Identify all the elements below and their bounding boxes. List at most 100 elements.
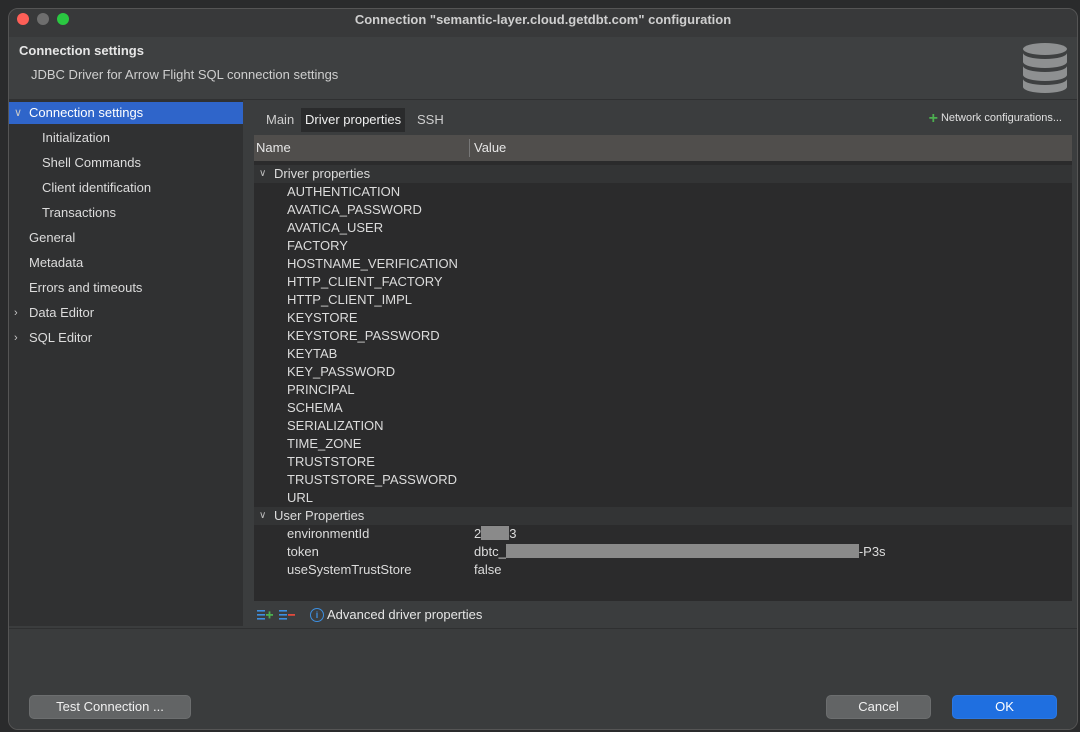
sidebar-item-label: SQL Editor xyxy=(29,330,93,345)
property-name: TIME_ZONE xyxy=(287,436,362,451)
table-toolbar: i Advanced driver properties xyxy=(254,603,1072,627)
table-row[interactable]: AVATICA_USER xyxy=(254,219,1072,237)
table-row[interactable]: FACTORY xyxy=(254,237,1072,255)
sidebar-item-initialization[interactable]: Initialization xyxy=(9,127,243,149)
column-header-name[interactable]: Name xyxy=(256,135,291,161)
property-name: SERIALIZATION xyxy=(287,418,384,433)
group-label: User Properties xyxy=(274,508,365,523)
table-row[interactable]: KEY_PASSWORD xyxy=(254,363,1072,381)
table-row[interactable]: SCHEMA xyxy=(254,399,1072,417)
table-header: Name Value xyxy=(254,135,1072,161)
property-name: token xyxy=(287,544,319,559)
network-configurations-label: Network configurations... xyxy=(940,112,1062,124)
sidebar-item-sql-editor[interactable]: › SQL Editor xyxy=(9,327,243,349)
property-name: TRUSTSTORE_PASSWORD xyxy=(287,472,457,487)
property-name: SCHEMA xyxy=(287,400,343,415)
chevron-down-icon[interactable]: ∨ xyxy=(14,102,24,124)
property-value[interactable]: false xyxy=(474,561,501,579)
sidebar-item-label: Errors and timeouts xyxy=(29,280,143,295)
sidebar-item-data-editor[interactable]: › Data Editor xyxy=(9,302,243,324)
property-name: FACTORY xyxy=(287,238,348,253)
header-subtitle: JDBC Driver for Arrow Flight SQL connect… xyxy=(31,67,339,82)
table-row[interactable]: AUTHENTICATION xyxy=(254,183,1072,201)
chevron-down-icon[interactable]: ∨ xyxy=(259,165,266,183)
config-dialog: Connection "semantic-layer.cloud.getdbt.… xyxy=(8,8,1078,730)
property-name: useSystemTrustStore xyxy=(287,562,412,577)
property-name: HTTP_CLIENT_IMPL xyxy=(287,292,412,307)
sidebar-item-general[interactable]: General xyxy=(9,227,243,249)
cancel-button[interactable]: Cancel xyxy=(826,695,931,719)
table-row[interactable]: SERIALIZATION xyxy=(254,417,1072,435)
minimize-window-button[interactable] xyxy=(37,13,49,25)
advanced-driver-properties-link[interactable]: Advanced driver properties xyxy=(327,603,482,627)
table-row[interactable]: TIME_ZONE xyxy=(254,435,1072,453)
zoom-window-button[interactable] xyxy=(57,13,69,25)
tab-ssh[interactable]: SSH xyxy=(413,108,448,132)
table-row[interactable]: HTTP_CLIENT_FACTORY xyxy=(254,273,1072,291)
test-connection-button[interactable]: Test Connection ... xyxy=(29,695,191,719)
table-row[interactable]: URL xyxy=(254,489,1072,507)
table-row[interactable]: HOSTNAME_VERIFICATION xyxy=(254,255,1072,273)
driver-properties-panel: Main Driver properties SSH + Network conf… xyxy=(254,105,1072,627)
property-name: TRUSTSTORE xyxy=(287,454,375,469)
property-name: AVATICA_USER xyxy=(287,220,384,235)
column-divider[interactable] xyxy=(469,139,470,157)
title-bar: Connection "semantic-layer.cloud.getdbt.… xyxy=(9,9,1077,38)
table-row[interactable]: KEYSTORE_PASSWORD xyxy=(254,327,1072,345)
table-row[interactable]: TRUSTSTORE_PASSWORD xyxy=(254,471,1072,489)
table-row[interactable]: TRUSTSTORE xyxy=(254,453,1072,471)
property-value[interactable]: dbtc_ -P3s xyxy=(474,543,886,561)
info-icon: i xyxy=(310,608,324,622)
property-name: KEYTAB xyxy=(287,346,338,361)
redacted-block xyxy=(505,544,859,558)
property-name: URL xyxy=(287,490,314,505)
table-row[interactable]: environmentId 2 3 xyxy=(254,525,1072,543)
dialog-button-bar: Test Connection ... Cancel OK xyxy=(9,628,1077,729)
sidebar-item-client-identification[interactable]: Client identification xyxy=(9,177,243,199)
settings-nav: ∨ Connection settings Initialization Shell … xyxy=(9,99,243,626)
property-name: PRINCIPAL xyxy=(287,382,355,397)
table-row[interactable]: PRINCIPAL xyxy=(254,381,1072,399)
plus-icon: + xyxy=(928,110,938,127)
sidebar-item-label: Initialization xyxy=(42,130,110,145)
property-value[interactable]: 23 xyxy=(474,525,516,543)
sidebar-item-shell-commands[interactable]: Shell Commands xyxy=(9,152,243,174)
property-name: KEYSTORE xyxy=(287,310,358,325)
chevron-right-icon[interactable]: › xyxy=(14,302,24,324)
sidebar-item-label: Connection settings xyxy=(29,105,144,120)
property-name: AVATICA_PASSWORD xyxy=(287,202,422,217)
tab-driver-properties[interactable]: Driver properties xyxy=(301,108,406,132)
network-configurations-button[interactable]: + Network configurations... xyxy=(929,110,1062,128)
settings-header: Connection settings JDBC Driver for Arro… xyxy=(9,37,1077,100)
property-name: HOSTNAME_VERIFICATION xyxy=(287,256,458,271)
property-name: AUTHENTICATION xyxy=(287,184,401,199)
table-row[interactable]: token dbtc_ -P3s xyxy=(254,543,1072,561)
sidebar-item-errors-and-timeouts[interactable]: Errors and timeouts xyxy=(9,277,243,299)
window-title: Connection "semantic-layer.cloud.getdbt.… xyxy=(354,12,732,27)
property-group[interactable]: ∨ Driver properties xyxy=(254,165,1072,183)
table-row[interactable]: KEYTAB xyxy=(254,345,1072,363)
ok-button[interactable]: OK xyxy=(952,695,1057,719)
add-row-icon[interactable] xyxy=(257,609,273,621)
column-header-value[interactable]: Value xyxy=(474,135,506,161)
sidebar-item-connection-settings[interactable]: ∨ Connection settings xyxy=(9,102,243,124)
property-group[interactable]: ∨ User Properties xyxy=(254,507,1072,525)
sidebar-item-transactions[interactable]: Transactions xyxy=(9,202,243,224)
close-window-button[interactable] xyxy=(17,13,29,25)
chevron-right-icon[interactable]: › xyxy=(14,327,24,349)
chevron-down-icon[interactable]: ∨ xyxy=(259,507,266,525)
group-label: Driver properties xyxy=(274,166,371,181)
table-row[interactable]: HTTP_CLIENT_IMPL xyxy=(254,291,1072,309)
sidebar-item-label: Metadata xyxy=(29,255,84,270)
sidebar-item-metadata[interactable]: Metadata xyxy=(9,252,243,274)
table-row[interactable]: AVATICA_PASSWORD xyxy=(254,201,1072,219)
table-row[interactable]: KEYSTORE xyxy=(254,309,1072,327)
property-name: KEYSTORE_PASSWORD xyxy=(287,328,440,343)
sidebar-item-label: General xyxy=(29,230,76,245)
remove-row-icon[interactable] xyxy=(279,609,295,621)
table-row[interactable]: useSystemTrustStore false xyxy=(254,561,1072,579)
sidebar-item-label: Transactions xyxy=(42,205,116,220)
sidebar-item-label: Data Editor xyxy=(29,305,95,320)
redacted-block xyxy=(481,526,510,540)
tab-main[interactable]: Main xyxy=(262,108,298,132)
